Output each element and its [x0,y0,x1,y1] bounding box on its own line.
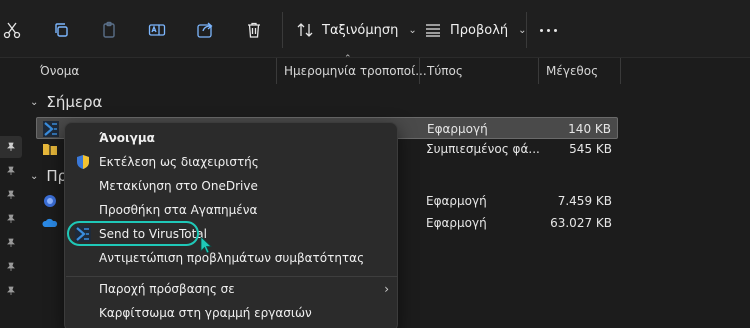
delete-icon[interactable] [238,14,270,46]
view-icon [426,24,440,37]
pin-icon[interactable] [0,184,22,206]
menu-item-label: Προσθήκη στα Αγαπημένα [99,203,258,217]
pin-icon[interactable] [0,280,22,302]
group-header-today[interactable]: ⌄ Σήμερα [30,93,102,111]
group-label: Σήμερα [46,93,103,111]
highlight-ring [67,221,199,246]
column-header-date[interactable]: Ημερομηνία τροποποί... [284,60,427,82]
menu-item-run-as-admin[interactable]: Εκτέλεση ως διαχειριστής [65,150,399,174]
menu-item-label: Παροχή πρόσβασης σε [99,282,235,296]
file-size: 545 KB [569,142,612,156]
more-icon[interactable] [540,14,557,46]
group-header-earlier[interactable]: ⌄ Πρ [30,167,67,185]
file-size: 7.459 KB [557,194,612,208]
menu-item-give-access-to[interactable]: Παροχή πρόσβασης σε › [65,277,399,301]
file-size: 140 KB [568,122,611,136]
cut-icon[interactable] [0,14,28,46]
toolbar-divider [282,12,283,48]
toolbar-divider [526,12,527,48]
file-type: Εφαρμογή [426,194,487,208]
zip-folder-icon [43,144,57,155]
view-button[interactable]: Προβολή ⌄ [424,14,527,46]
pin-icon[interactable] [0,232,22,254]
pin-icon[interactable] [0,160,22,182]
command-bar: Ταξινόμηση ⌄ Προβολή ⌄ [0,0,750,58]
column-divider[interactable] [419,58,420,84]
column-header-name[interactable]: Όνομα [40,60,79,82]
chevron-right-icon: › [384,282,389,296]
menu-item-label: Αντιμετώπιση προβλημάτων συμβατότητας [99,251,365,265]
menu-item-troubleshoot-compatibility[interactable]: Αντιμετώπιση προβλημάτων συμβατότητας [65,246,399,270]
onedrive-icon [42,218,58,227]
sort-icon [297,23,313,37]
menu-item-label: Καρφίτσωμα στη γραμμή εργασιών [99,306,312,320]
menu-item-label: Μετακίνηση στο OneDrive [99,179,258,193]
mouse-cursor-icon [200,236,213,254]
sort-label: Ταξινόμηση [322,22,399,38]
file-type: Συμπιεσμένος φά... [426,142,540,156]
pin-icon[interactable] [0,256,22,278]
chevron-down-icon: ⌄ [30,96,39,108]
file-type: Εφαρμογή [427,122,488,136]
column-divider[interactable] [620,58,621,84]
column-divider[interactable] [276,58,277,84]
file-size: 63.027 KB [550,216,612,230]
uac-shield-icon [77,155,89,169]
rename-icon[interactable] [141,14,173,46]
chevron-down-icon: ⌄ [408,24,417,36]
app-icon [44,195,56,207]
virustotal-app-icon [43,121,59,137]
column-header-type[interactable]: Τύπος [427,60,463,82]
share-icon[interactable] [189,14,221,46]
pin-icon[interactable] [0,136,22,158]
pin-icon[interactable] [0,208,22,230]
paste-icon[interactable] [93,14,125,46]
sort-button[interactable]: Ταξινόμηση ⌄ [296,14,417,46]
copy-icon[interactable] [45,14,77,46]
menu-item-add-to-favorites[interactable]: Προσθήκη στα Αγαπημένα [65,198,399,222]
menu-item-move-to-onedrive[interactable]: Μετακίνηση στο OneDrive [65,174,399,198]
menu-item-label: Άνοιγμα [99,131,155,145]
navigation-pane [0,58,22,328]
menu-item-label: Εκτέλεση ως διαχειριστής [99,155,259,169]
column-header-size[interactable]: Μέγεθος [546,60,598,82]
file-type: Εφαρμογή [426,216,487,230]
menu-item-open[interactable]: Άνοιγμα [65,126,399,150]
chevron-down-icon: ⌄ [30,170,39,182]
column-divider[interactable] [538,58,539,84]
view-label: Προβολή [450,22,509,38]
menu-item-pin-to-taskbar[interactable]: Καρφίτσωμα στη γραμμή εργασιών [65,301,399,325]
